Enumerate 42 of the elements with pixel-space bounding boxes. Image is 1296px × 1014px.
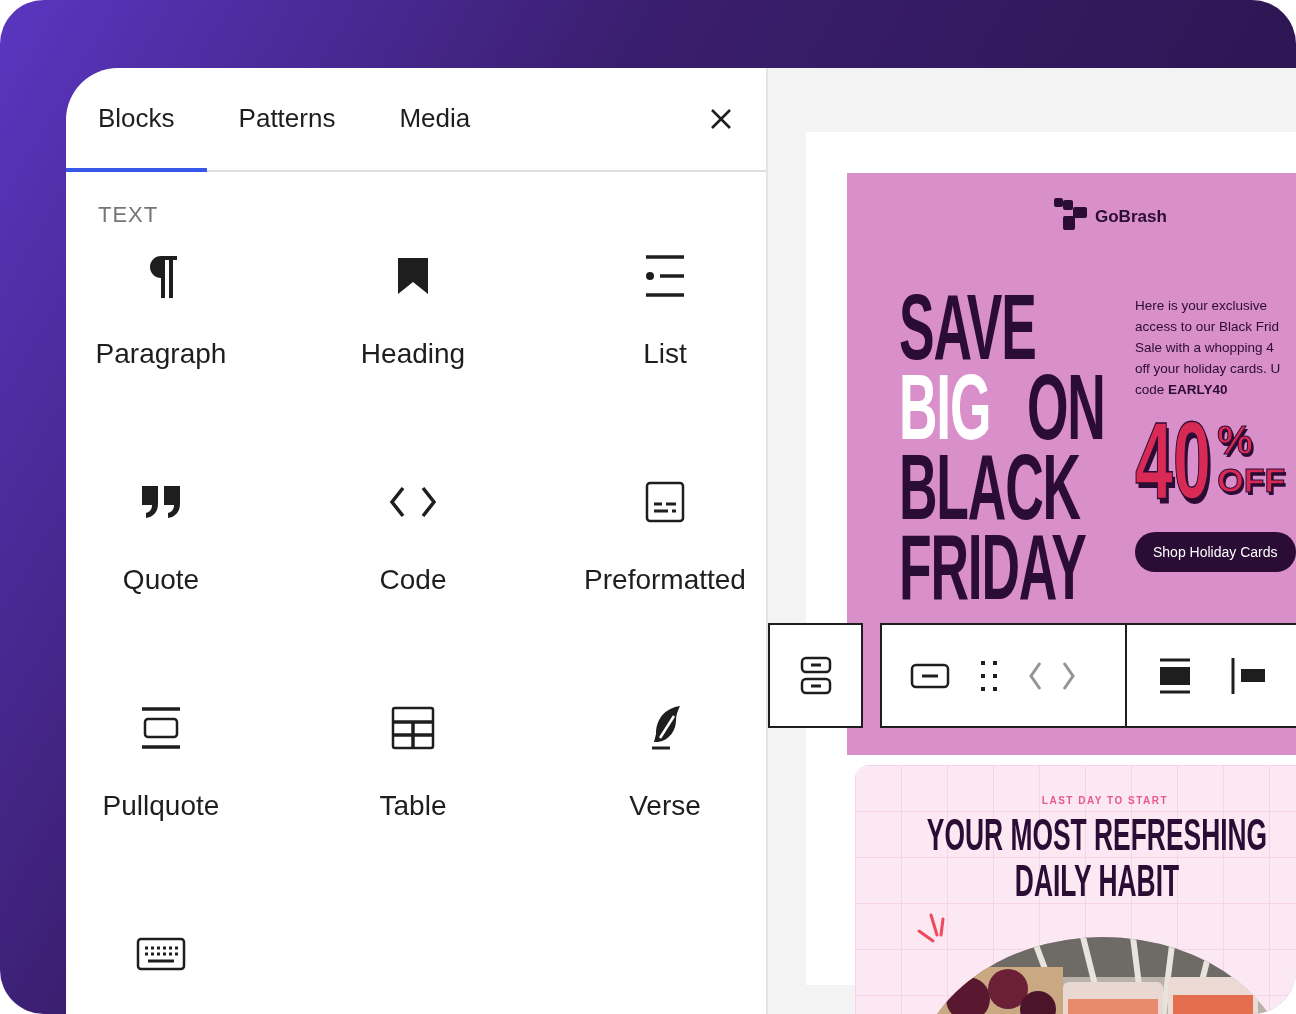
- email-heading: YOUR MOST REFRESHING DAILY HABIT: [925, 812, 1269, 904]
- sparkle-icon: [917, 913, 947, 945]
- list-icon[interactable]: [644, 254, 686, 298]
- block-label[interactable]: Code: [379, 564, 447, 596]
- move-arrows-icon[interactable]: [1028, 660, 1076, 691]
- headline-word: FRIDAY: [899, 527, 1086, 607]
- tab[interactable]: Patterns: [206, 68, 368, 172]
- block-label[interactable]: Heading: [360, 338, 466, 370]
- headline-word: SAVE: [899, 287, 1036, 367]
- brand-name: GoBrash: [1095, 207, 1167, 227]
- block-label[interactable]: Paragraph: [95, 338, 227, 370]
- code-icon[interactable]: [389, 485, 437, 519]
- keyboard-icon[interactable]: [136, 937, 186, 971]
- promo-text: Here is your exclusive access to our Black Frid Sale with a whopping 4 off your holiday cards. U code EARLY40: [1135, 297, 1282, 399]
- preformatted-icon[interactable]: [645, 481, 685, 523]
- table-icon[interactable]: [391, 706, 435, 750]
- stack-icon[interactable]: [799, 654, 832, 697]
- align-left-icon[interactable]: [1231, 657, 1265, 694]
- block-icon[interactable]: [910, 662, 950, 689]
- block-label[interactable]: Table: [379, 790, 447, 822]
- headline-word: BLACK: [899, 447, 1080, 527]
- shop-button[interactable]: Shop Holiday Cards: [1135, 532, 1296, 572]
- align-wide-icon[interactable]: [1159, 657, 1191, 694]
- percent-sign: %: [1217, 420, 1254, 460]
- drag-handle-icon[interactable]: [980, 659, 998, 692]
- tab[interactable]: Media: [367, 68, 503, 172]
- close-icon[interactable]: [710, 108, 732, 130]
- block-label[interactable]: Preformatted: [584, 564, 746, 596]
- tab[interactable]: Blocks: [66, 68, 207, 172]
- off-label: OFF: [1217, 460, 1286, 500]
- quote-icon[interactable]: [140, 484, 182, 520]
- block-label[interactable]: Verse: [629, 790, 701, 822]
- section-heading: TEXT: [97, 201, 160, 228]
- headline-word: BIG: [899, 367, 991, 447]
- block-label[interactable]: List: [643, 338, 687, 370]
- eyebrow-text: LAST DAY TO START: [1040, 795, 1170, 806]
- block-label[interactable]: Pullquote: [102, 790, 220, 822]
- discount-amount: 40: [1135, 410, 1211, 510]
- block-label[interactable]: Quote: [122, 564, 200, 596]
- headline-word: ON: [1026, 367, 1105, 447]
- pullquote-icon[interactable]: [140, 706, 182, 750]
- bookmark-icon[interactable]: [396, 256, 430, 296]
